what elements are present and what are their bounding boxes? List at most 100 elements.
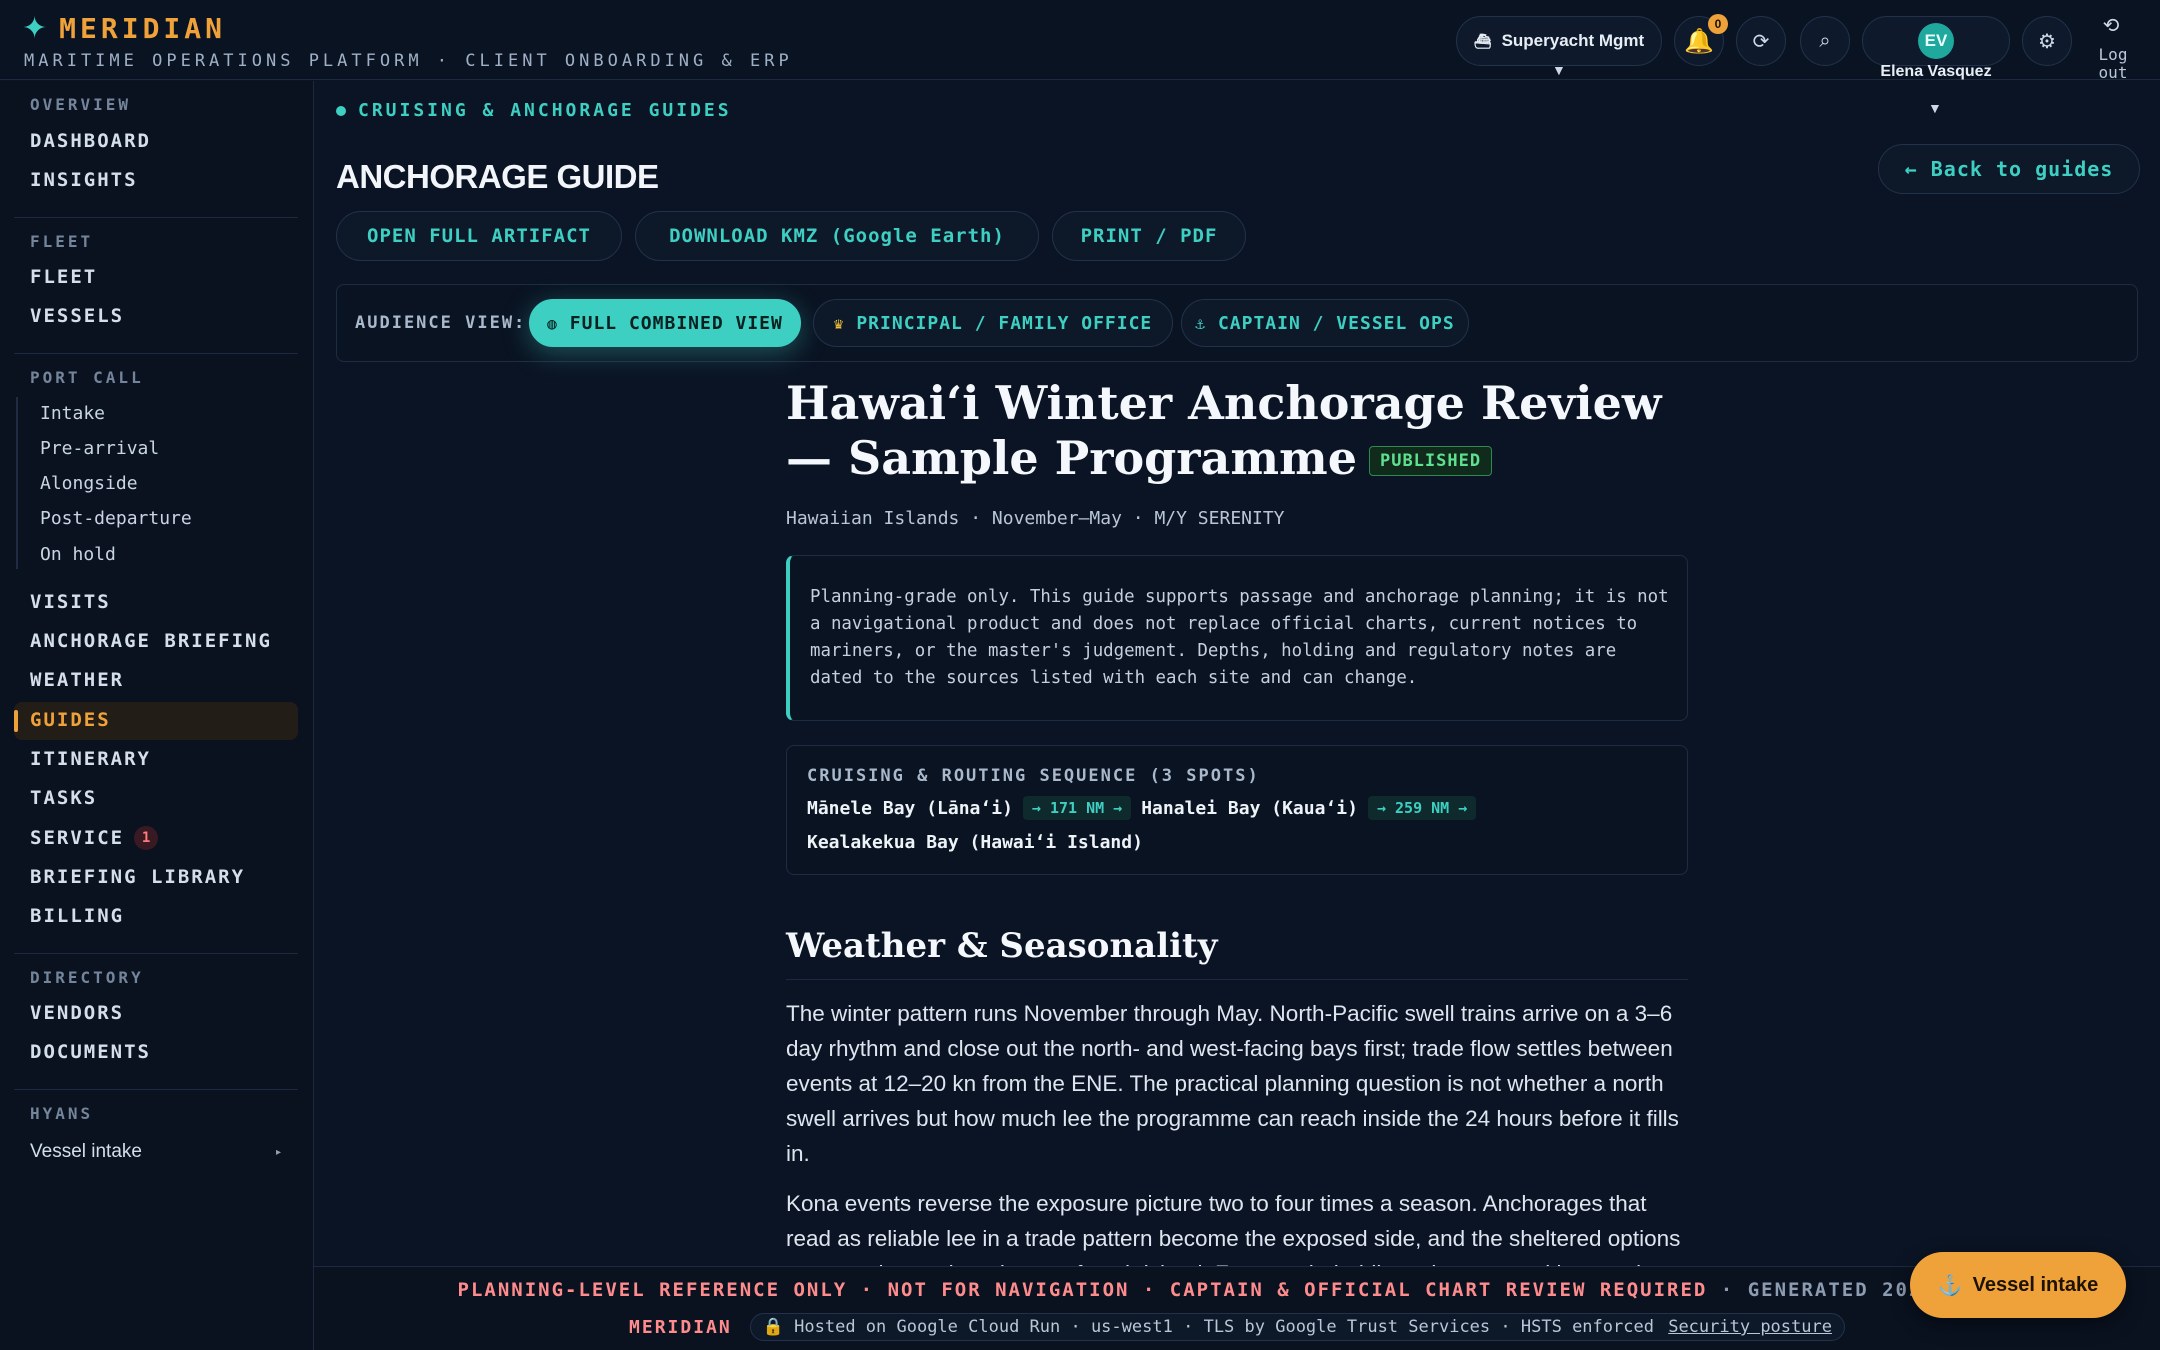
- sidebar-section-hyans: HYANS: [30, 1104, 94, 1123]
- audience-view-label: AUDIENCE VIEW:: [355, 313, 527, 333]
- user-name[interactable]: Elena Vasquez: [1862, 63, 2010, 81]
- logout-button[interactable]: ⟲: [2086, 10, 2136, 40]
- sidebar-divider: [14, 1089, 298, 1090]
- sidebar-item-pre-arrival[interactable]: Pre-arrival: [40, 438, 159, 459]
- refresh-button[interactable]: ⟳: [1736, 16, 1786, 66]
- sidebar-item-itinerary[interactable]: ITINERARY: [30, 748, 151, 770]
- sidebar-item-label: SERVICE: [30, 827, 125, 849]
- paragraph: The winter pattern runs November through…: [786, 1001, 1679, 1166]
- routing-sequence-heading: CRUISING & ROUTING SEQUENCE (3 SPOTS): [807, 766, 1260, 786]
- sidebar-item-intake[interactable]: Intake: [40, 403, 105, 424]
- star-logo-icon: ✦: [22, 11, 48, 45]
- top-bar: ✦ MERIDIAN MARITIME OPERATIONS PLATFORM …: [0, 0, 2160, 82]
- tenant-name: Superyacht Mgmt: [1501, 31, 1645, 50]
- audience-option-label: FULL COMBINED VIEW: [569, 312, 783, 334]
- sidebar: OVERVIEW DASHBOARD INSIGHTS FLEET FLEET …: [0, 81, 314, 1350]
- chevron-down-icon[interactable]: ▼: [1552, 62, 1566, 78]
- sidebar-item-alongside[interactable]: Alongside: [40, 473, 138, 494]
- ship-icon: ⛴: [1473, 32, 1492, 49]
- security-posture-link[interactable]: Security posture: [1668, 1317, 1832, 1337]
- lock-icon: 🔒: [762, 1317, 784, 1337]
- user-menu[interactable]: EV: [1862, 16, 2010, 66]
- globe-icon: ◍: [547, 313, 558, 333]
- sidebar-divider: [14, 953, 298, 954]
- vessel-intake-button[interactable]: ⚓ Vessel intake: [1910, 1252, 2126, 1318]
- route-stop: Hanalei Bay (Kauaʻi): [1141, 797, 1358, 819]
- document-title: Hawaiʻi Winter Anchorage Review — Sample…: [786, 376, 1686, 486]
- audience-option-label: PRINCIPAL / FAMILY OFFICE: [856, 312, 1153, 334]
- sidebar-item-vessel-intake[interactable]: Vessel intake: [30, 1141, 142, 1163]
- footer-brand: MERIDIAN: [629, 1316, 732, 1338]
- brand-name: MERIDIAN: [59, 12, 226, 45]
- sidebar-item-anchorage-briefing[interactable]: ANCHORAGE BRIEFING: [30, 630, 272, 652]
- audience-principal-button[interactable]: ♛ PRINCIPAL / FAMILY OFFICE: [813, 299, 1173, 347]
- breadcrumb[interactable]: CRUISING & ANCHORAGE GUIDES: [336, 100, 732, 121]
- search-icon: ⌕: [1819, 29, 1831, 52]
- section-title: Weather & Seasonality: [786, 926, 1218, 966]
- sidebar-divider: [14, 217, 298, 218]
- anchor-icon: ⚓: [1195, 313, 1206, 333]
- print-pdf-button[interactable]: PRINT / PDF: [1052, 211, 1246, 261]
- sidebar-section-fleet: FLEET: [30, 232, 94, 251]
- sidebar-item-billing[interactable]: BILLING: [30, 905, 124, 927]
- back-to-guides-button[interactable]: ← Back to guides: [1878, 144, 2140, 194]
- routing-sequence-card: CRUISING & ROUTING SEQUENCE (3 SPOTS) Mā…: [786, 745, 1688, 875]
- breadcrumb-label: CRUISING & ANCHORAGE GUIDES: [358, 100, 732, 121]
- audience-view-bar: AUDIENCE VIEW: ◍ FULL COMBINED VIEW ♛ PR…: [336, 284, 2138, 362]
- document-title-text: Hawaiʻi Winter Anchorage Review — Sample…: [786, 376, 1662, 485]
- sidebar-item-vessels[interactable]: VESSELS: [30, 305, 124, 327]
- footer-warning-line: PLANNING-LEVEL REFERENCE ONLY · NOT FOR …: [457, 1279, 2017, 1301]
- sidebar-divider: [14, 353, 298, 354]
- sidebar-section-port-call: PORT CALL: [30, 368, 144, 387]
- route-leg-distance: → 171 NM →: [1022, 796, 1132, 820]
- sidebar-item-weather[interactable]: WEATHER: [30, 669, 124, 691]
- sidebar-item-service[interactable]: SERVICE 1: [30, 826, 159, 850]
- paragraph: Kona events reverse the exposure picture…: [786, 1191, 1685, 1266]
- sidebar-item-insights[interactable]: INSIGHTS: [30, 169, 138, 191]
- planning-disclaimer: Planning-grade only. This guide supports…: [786, 555, 1688, 721]
- audience-captain-button[interactable]: ⚓ CAPTAIN / VESSEL OPS: [1181, 299, 1469, 347]
- routing-row: Mānele Bay (Lānaʻi) → 171 NM → Hanalei B…: [807, 796, 1477, 820]
- sidebar-item-visits[interactable]: VISITS: [30, 591, 111, 613]
- sidebar-item-documents[interactable]: DOCUMENTS: [30, 1041, 151, 1063]
- sidebar-active-indicator: [14, 710, 18, 732]
- footer-hosting: Hosted on Google Cloud Run · us-west1: [794, 1317, 1173, 1337]
- footer-hsts: HSTS enforced: [1520, 1317, 1654, 1337]
- footer-status-line: MERIDIAN 🔒 Hosted on Google Cloud Run · …: [314, 1313, 2160, 1341]
- sidebar-item-guides[interactable]: GUIDES: [30, 709, 111, 731]
- search-button[interactable]: ⌕: [1800, 16, 1850, 66]
- audience-full-combined-button[interactable]: ◍ FULL COMBINED VIEW: [529, 299, 801, 347]
- page-title: ANCHORAGE GUIDE: [336, 158, 659, 195]
- settings-button[interactable]: ⚙: [2022, 16, 2072, 66]
- footer-tls: TLS by Google Trust Services: [1203, 1317, 1491, 1337]
- logout-icon: ⟲: [2102, 14, 2120, 37]
- sidebar-item-tasks[interactable]: TASKS: [30, 787, 97, 809]
- anchor-icon: ⚓: [1937, 1274, 1963, 1297]
- tenant-switcher[interactable]: ⛴ Superyacht Mgmt: [1456, 16, 1662, 66]
- route-stop: Kealakekua Bay (Hawaiʻi Island): [807, 832, 1143, 853]
- sidebar-item-post-departure[interactable]: Post-departure: [40, 508, 192, 529]
- section-divider: [786, 979, 1688, 980]
- routing-row: Kealakekua Bay (Hawaiʻi Island): [807, 832, 1143, 853]
- crown-icon: ♛: [833, 313, 845, 333]
- sidebar-item-dashboard[interactable]: DASHBOARD: [30, 130, 151, 152]
- footer-hosting-pill: 🔒 Hosted on Google Cloud Run · us-west1 …: [749, 1313, 1845, 1341]
- sidebar-item-briefing-library[interactable]: BRIEFING LIBRARY: [30, 866, 245, 888]
- sidebar-section-directory: DIRECTORY: [30, 968, 144, 987]
- chevron-right-icon[interactable]: ▸: [276, 1147, 281, 1158]
- sidebar-section-overview: OVERVIEW: [30, 95, 132, 114]
- open-full-artifact-button[interactable]: OPEN FULL ARTIFACT: [336, 211, 622, 261]
- sidebar-item-fleet[interactable]: FLEET: [30, 266, 97, 288]
- route-leg-distance: → 259 NM →: [1367, 796, 1477, 820]
- chevron-down-icon[interactable]: ▼: [1928, 100, 1942, 116]
- sidebar-item-on-hold[interactable]: On hold: [40, 544, 116, 565]
- notifications-badge: 0: [1708, 14, 1728, 34]
- logout-label[interactable]: Log out: [2088, 46, 2138, 82]
- brand-subtitle: MARITIME OPERATIONS PLATFORM · CLIENT ON…: [24, 51, 793, 71]
- sidebar-item-vendors[interactable]: VENDORS: [30, 1002, 124, 1024]
- audience-option-label: CAPTAIN / VESSEL OPS: [1217, 312, 1455, 334]
- bell-icon: 🔔: [1684, 27, 1714, 55]
- vessel-intake-label: Vessel intake: [1972, 1273, 2099, 1296]
- route-stop: Mānele Bay (Lānaʻi): [807, 797, 1013, 819]
- download-kmz-button[interactable]: DOWNLOAD KMZ (Google Earth): [635, 211, 1039, 261]
